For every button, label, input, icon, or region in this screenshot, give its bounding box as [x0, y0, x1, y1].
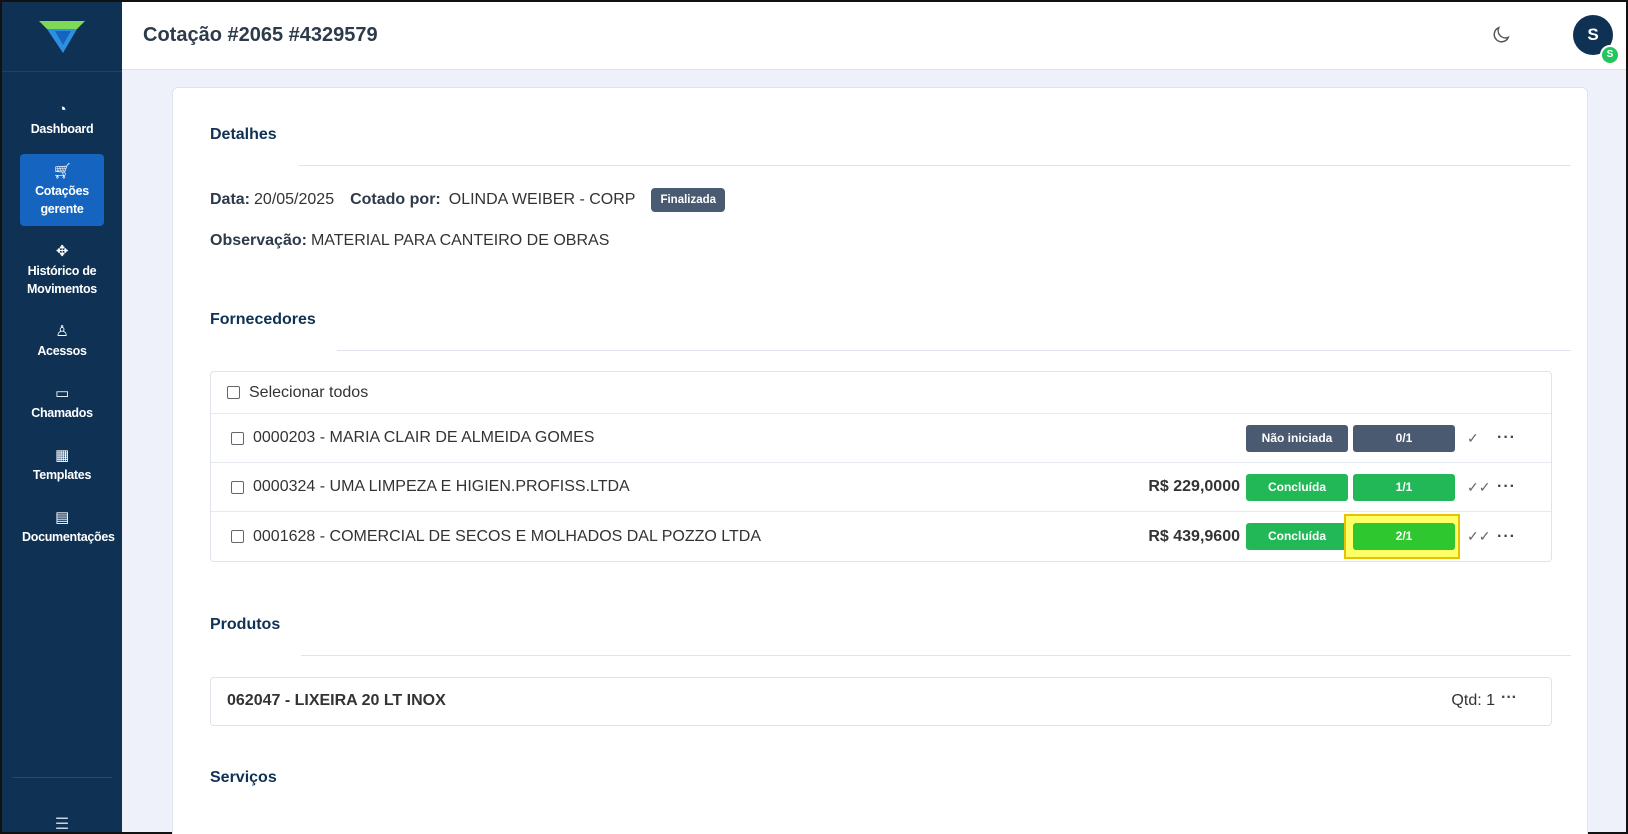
- product-name: 062047 - LIXEIRA 20 LT INOX: [227, 692, 446, 709]
- sidebar-item-label: Acessos: [37, 344, 87, 358]
- section-divider: [301, 655, 1571, 656]
- sidebar-item-cotacoes-gerente[interactable]: 🛒︎ Cotações gerente: [20, 154, 104, 226]
- settings-sliders-icon[interactable]: ☰: [2, 814, 122, 834]
- count-badge[interactable]: 2/1: [1353, 523, 1455, 550]
- more-options-icon[interactable]: ···: [1497, 429, 1516, 447]
- sidebar-nav: ◔ Dashboard 🛒︎ Cotações gerente ✥ Histór…: [2, 72, 122, 554]
- sidebar-divider: [12, 777, 112, 778]
- section-divider: [337, 350, 1571, 351]
- double-check-icon[interactable]: ✓✓: [1467, 528, 1490, 545]
- list-item: 0000324 - UMA LIMPEZA E HIGIEN.PROFISS.L…: [211, 463, 1551, 512]
- count-badge[interactable]: 0/1: [1353, 424, 1455, 452]
- more-options-icon[interactable]: ···: [1497, 478, 1516, 496]
- select-all-label: Selecionar todos: [249, 383, 369, 401]
- status-badge: Concluída: [1246, 473, 1348, 501]
- status-badge: Não iniciada: [1246, 424, 1348, 452]
- data-value: 20/05/2025: [254, 191, 335, 208]
- logo-icon: [39, 20, 85, 53]
- obs-value: MATERIAL PARA CANTEIRO DE OBRAS: [310, 232, 610, 249]
- select-all-checkbox[interactable]: [227, 386, 240, 399]
- detail-row-observacao: Observação: MATERIAL PARA CANTEIRO DE OB…: [210, 232, 609, 250]
- ticket-icon: ▭: [55, 385, 69, 402]
- sidebar-item-chamados[interactable]: ▭ Chamados: [20, 376, 104, 430]
- supplier-name: 0001628 - COMERCIAL DE SECOS E MOLHADOS …: [253, 527, 761, 545]
- section-title-fornecedores: Fornecedores: [210, 311, 316, 328]
- sidebar-item-historico[interactable]: ✥ Histórico de Movimentos: [20, 234, 104, 306]
- sidebar-item-label: Documentações: [22, 530, 115, 544]
- sidebar-item-documentacoes[interactable]: ▤ Documentações: [20, 500, 115, 554]
- moon-icon[interactable]: [1490, 24, 1512, 46]
- data-label: Data:: [210, 191, 251, 208]
- more-options-icon[interactable]: ···: [1497, 528, 1516, 546]
- select-all-row: Selecionar todos: [211, 372, 1551, 414]
- list-item: 0001628 - COMERCIAL DE SECOS E MOLHADOS …: [211, 512, 1551, 561]
- section-title-servicos: Serviços: [210, 769, 277, 786]
- section-divider: [299, 165, 1571, 166]
- sidebar-item-label: Histórico de Movimentos: [27, 264, 97, 296]
- sidebar-item-label: Chamados: [31, 406, 93, 420]
- row-checkbox[interactable]: [231, 530, 244, 543]
- document-icon: ▤: [55, 509, 69, 526]
- cotado-value: OLINDA WEIBER - CORP: [448, 191, 636, 208]
- row-checkbox[interactable]: [231, 480, 244, 494]
- double-check-icon[interactable]: ✓✓: [1467, 479, 1490, 496]
- detail-row-data: Data: 20/05/2025 Cotado por: OLINDA WEIB…: [210, 188, 726, 212]
- user-key-icon: ♙: [55, 323, 69, 340]
- template-icon: ▦: [55, 447, 69, 464]
- count-badge[interactable]: 1/1: [1353, 473, 1455, 501]
- gauge-icon: ◔: [57, 101, 67, 118]
- check-icon[interactable]: ✓: [1467, 430, 1479, 447]
- sidebar-item-label: Templates: [32, 468, 92, 482]
- row-checkbox[interactable]: [231, 431, 244, 445]
- sidebar-item-acessos[interactable]: ♙ Acessos: [20, 314, 104, 368]
- move-icon: ✥: [55, 243, 69, 260]
- supplier-price: R$ 229,0000: [1148, 478, 1240, 495]
- supplier-price: R$ 439,9600: [1148, 527, 1240, 545]
- status-badge: Concluída: [1246, 523, 1348, 550]
- top-bar: Cotação #2065 #4329579 S S: [122, 2, 1626, 70]
- list-item: 0000203 - MARIA CLAIR DE ALMEIDA GOMES N…: [211, 414, 1551, 463]
- sidebar: ◔ Dashboard 🛒︎ Cotações gerente ✥ Histór…: [2, 2, 122, 834]
- main-card: Detalhes Data: 20/05/2025 Cotado por: OL…: [172, 87, 1588, 834]
- cart-icon: 🛒︎: [52, 163, 72, 180]
- fornecedores-list: Selecionar todos 0000203 - MARIA CLAIR D…: [210, 371, 1552, 562]
- section-title-produtos: Produtos: [210, 616, 281, 633]
- sidebar-item-label: Cotações gerente: [35, 184, 89, 216]
- produto-item: 062047 - LIXEIRA 20 LT INOX Qtd: 1 ···: [210, 677, 1552, 726]
- more-options-icon[interactable]: ···: [1501, 689, 1517, 707]
- sidebar-item-templates[interactable]: ▦ Templates: [20, 438, 104, 492]
- page-title: Cotação #2065 #4329579: [143, 24, 378, 46]
- obs-label: Observação:: [210, 232, 307, 249]
- section-title-detalhes: Detalhes: [210, 126, 277, 143]
- avatar-status-badge: S: [1600, 45, 1620, 65]
- status-badge: Finalizada: [651, 188, 726, 212]
- product-qtd: Qtd: 1: [1451, 692, 1495, 709]
- supplier-name: 0000203 - MARIA CLAIR DE ALMEIDA GOMES: [253, 429, 595, 446]
- sidebar-item-dashboard[interactable]: ◔ Dashboard: [20, 92, 104, 146]
- app-logo[interactable]: [2, 2, 122, 72]
- supplier-name: 0000324 - UMA LIMPEZA E HIGIEN.PROFISS.L…: [253, 478, 630, 495]
- cotado-label: Cotado por:: [350, 191, 441, 208]
- sidebar-item-label: Dashboard: [30, 122, 94, 136]
